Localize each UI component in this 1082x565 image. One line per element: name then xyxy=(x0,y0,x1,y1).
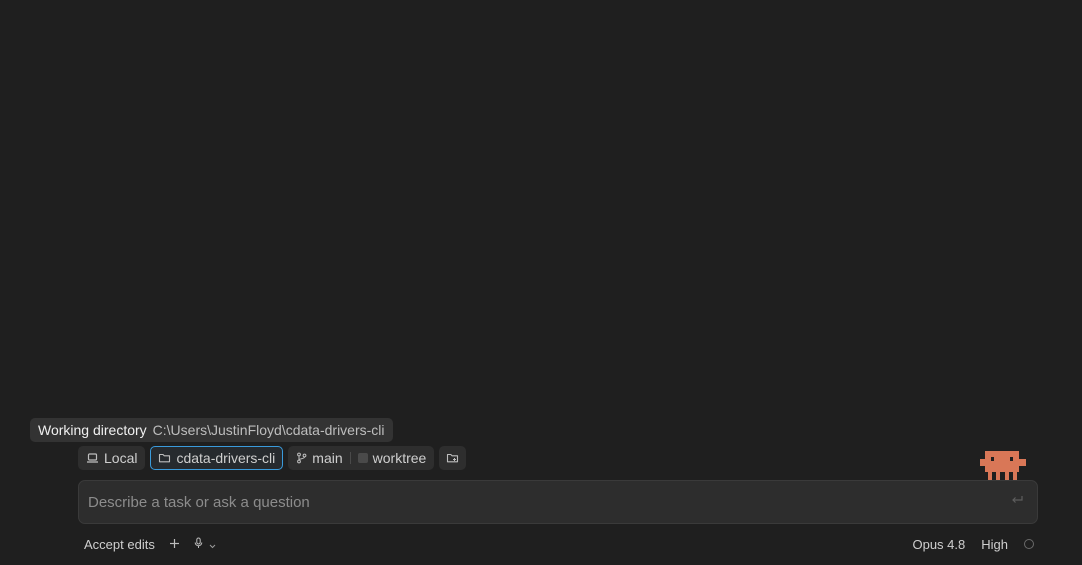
prompt-box xyxy=(78,480,1038,524)
tooltip-path: C:\Users\JustinFloyd\cdata-drivers-cli xyxy=(152,422,385,438)
tooltip-title: Working directory xyxy=(38,422,147,438)
add-folder-button[interactable] xyxy=(439,446,467,470)
model-selector[interactable]: Opus 4.8 xyxy=(912,537,965,552)
environment-label: Local xyxy=(104,450,138,466)
effort-selector[interactable]: High xyxy=(981,537,1008,552)
plus-icon[interactable] xyxy=(169,537,180,552)
working-directory-tooltip: Working directory C:\Users\JustinFloyd\c… xyxy=(30,418,393,442)
git-branch-icon xyxy=(296,452,307,464)
environment-chip[interactable]: Local xyxy=(78,446,146,470)
worktree-checkbox[interactable] xyxy=(357,453,368,463)
directory-chip[interactable]: cdata-drivers-cli xyxy=(150,446,284,470)
branch-worktree-chip[interactable]: main worktree xyxy=(288,446,435,470)
chevron-down-icon xyxy=(209,537,216,552)
footer-left: Accept edits xyxy=(84,535,216,553)
context-chip-row: Local cdata-drivers-cli main worktree xyxy=(78,446,467,470)
footer-right: Opus 4.8 High xyxy=(912,535,1034,553)
status-circle-icon[interactable] xyxy=(1024,539,1034,549)
directory-label: cdata-drivers-cli xyxy=(176,450,276,466)
folder-icon xyxy=(158,452,171,464)
enter-icon[interactable] xyxy=(1010,493,1024,511)
prompt-input[interactable] xyxy=(88,493,1010,511)
mic-icon xyxy=(194,537,203,552)
voice-input-button[interactable] xyxy=(194,537,216,552)
worktree-label: worktree xyxy=(372,450,427,466)
laptop-icon xyxy=(86,452,99,464)
mode-selector[interactable]: Accept edits xyxy=(84,537,155,552)
folder-plus-icon xyxy=(446,452,459,464)
chip-divider xyxy=(349,452,351,464)
branch-label: main xyxy=(312,450,343,466)
